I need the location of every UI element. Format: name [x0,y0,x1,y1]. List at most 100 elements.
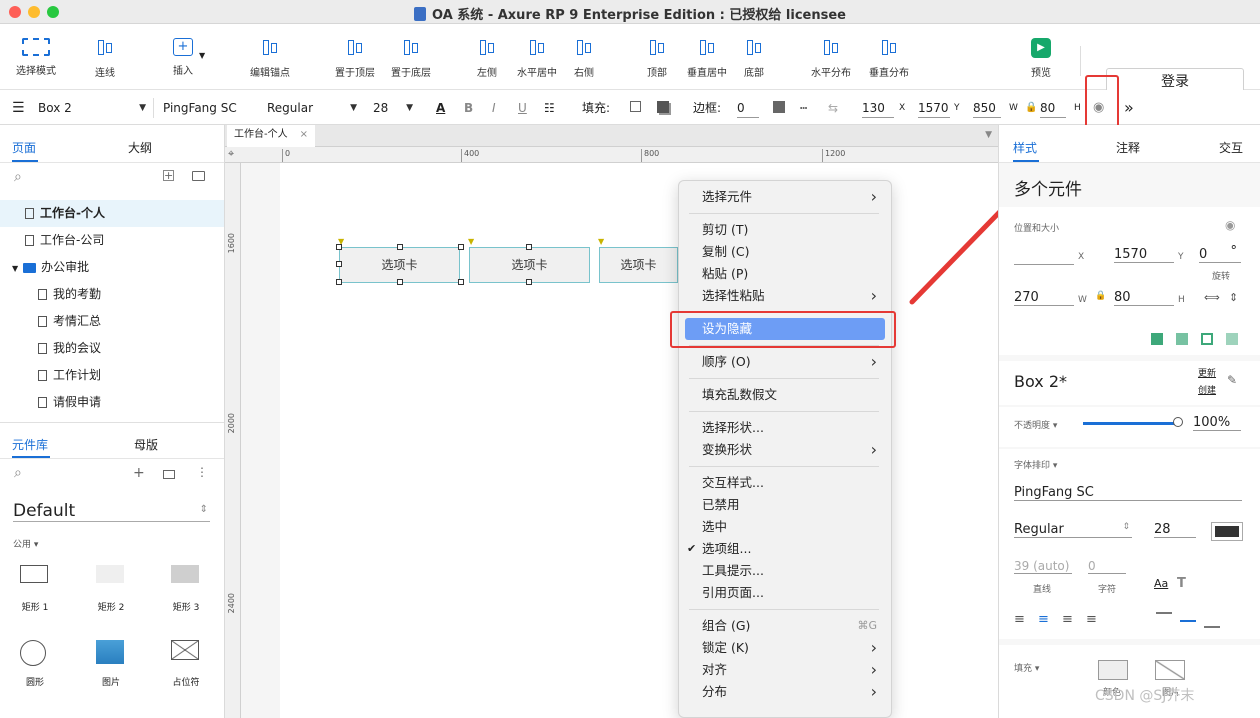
selection-handle[interactable] [397,279,403,285]
add-library-icon[interactable]: + [133,465,145,481]
font-size-field[interactable]: 28 [1154,522,1196,538]
library-select[interactable]: Default ⇕ [13,501,210,522]
height-input[interactable]: 80 [1040,98,1066,118]
tool-edit-anchor-button[interactable]: 编辑锚点 [246,34,294,86]
selection-handle[interactable] [336,261,342,267]
tab-pages[interactable]: 页面 [12,139,36,159]
library-search-icon[interactable]: ⌕ [14,465,22,481]
library-copy-icon[interactable] [163,470,175,479]
tool-align-center-h-button[interactable]: 水平居中 [514,34,560,86]
image-icon[interactable] [96,640,124,664]
placeholder-icon[interactable] [171,640,199,660]
rotation-field[interactable]: 0 ° [1199,244,1241,263]
tool-distribute-h-button[interactable]: 水平分布 [808,34,854,86]
selection-handle[interactable] [397,244,403,250]
lock-ratio-icon[interactable]: 🔒 [1025,98,1037,118]
insert-dropdown-icon[interactable]: ▼ [199,51,205,60]
tab-outline[interactable]: 大纲 [128,139,152,159]
valign-middle-icon[interactable] [1180,620,1196,622]
selection-handle[interactable] [458,279,464,285]
add-folder-icon[interactable] [192,171,205,181]
tool-align-bottom-button[interactable]: 底部 [739,34,769,86]
width-field[interactable]: 270 [1014,290,1074,306]
tab-notes[interactable]: 注释 [1116,139,1140,156]
style-list-icon[interactable]: ☰ [12,98,25,118]
style-select[interactable]: Box 2 ▼ [38,98,146,118]
italic-icon[interactable]: I [492,98,496,118]
lock-icon[interactable]: 🔒 [1095,291,1106,301]
boolean-union-icon[interactable] [1151,333,1163,345]
tab-widget[interactable]: 选项卡 [339,247,460,283]
edit-style-icon[interactable]: ✎ [1227,373,1237,387]
menu-item[interactable]: 粘贴 (P) [679,263,891,285]
tab-style[interactable]: 样式 [1013,139,1037,156]
expand-arrow-icon[interactable]: ▼ [12,264,18,273]
tool-distribute-v-button[interactable]: 垂直分布 [866,34,912,86]
rectangle-icon[interactable] [20,565,48,583]
tab-page-workbench[interactable]: 工作台-个人 × [227,125,315,147]
align-justify-text-icon[interactable]: ≡ [1086,612,1097,627]
menu-item[interactable]: 选择形状... [679,417,891,439]
menu-item[interactable]: ✔ 选项组... [679,538,891,560]
y-input[interactable]: 1570 [918,98,950,118]
menu-item[interactable]: 工具提示... [679,560,891,582]
tool-align-center-v-button[interactable]: 垂直居中 [684,34,730,86]
tool-send-to-back-button[interactable]: 置于底层 [388,34,434,86]
menu-item[interactable]: 引用页面... [679,582,891,604]
height-field[interactable]: 80 [1114,290,1174,306]
boolean-intersect-icon[interactable] [1201,333,1213,345]
rectangle-gray-light-icon[interactable] [96,565,124,583]
page-item[interactable]: 我的考勤 [0,281,224,308]
page-item[interactable]: 工作台-公司 [0,227,224,254]
menu-item[interactable]: 分布 › [679,681,891,703]
rectangle-gray-icon[interactable] [171,565,199,583]
font-color-swatch[interactable] [1211,522,1243,541]
tool-connector-button[interactable]: 连线 [90,34,120,86]
create-style-link[interactable]: 创建 [1198,383,1216,396]
valign-top-icon[interactable] [1156,612,1172,614]
menu-item[interactable]: 顺序 (O) › [679,351,891,373]
font-weight-select[interactable]: Regular ▼ [267,98,357,118]
selection-handle[interactable] [336,279,342,285]
opacity-input[interactable]: 100% [1193,415,1241,431]
page-item[interactable]: 考情汇总 [0,308,224,335]
bold-icon[interactable]: B [464,98,473,118]
font-family-field[interactable]: PingFang SC [1014,485,1242,501]
close-tab-icon[interactable]: × [300,125,308,145]
align-left-text-icon[interactable]: ≡ [1014,612,1025,627]
align-right-text-icon[interactable]: ≡ [1062,612,1073,627]
menu-item[interactable]: 填充乱数假文 [679,384,891,406]
x-field[interactable] [1014,249,1074,265]
tool-insert-button[interactable]: + 插入 [168,34,198,86]
font-weight-field[interactable]: Regular ⇕ [1014,522,1132,538]
font-size-select[interactable]: 28 ▼ [373,98,413,118]
font-family-select[interactable]: PingFang SC [163,98,255,118]
selection-handle[interactable] [336,244,342,250]
list-icon[interactable]: ☷ [544,98,555,118]
menu-item[interactable]: 选中 [679,516,891,538]
border-width-input[interactable]: 0 [737,98,759,118]
tab-widget[interactable]: 选项卡 [599,247,678,283]
menu-item[interactable]: 组合 (G) ⌘G [679,615,891,637]
category-label[interactable]: 公用 ▾ [13,537,38,550]
selection-handle[interactable] [458,244,464,250]
menu-item[interactable]: 对齐 › [679,659,891,681]
opacity-slider[interactable] [1083,422,1178,425]
menu-item[interactable]: 选择元件 › [679,186,891,208]
tool-align-top-button[interactable]: 顶部 [642,34,672,86]
menu-item[interactable]: 交互样式... [679,472,891,494]
tool-bring-to-front-button[interactable]: 置于顶层 [332,34,378,86]
search-icon[interactable]: ⌕ [14,169,22,185]
border-style-icon[interactable]: ┅ [800,98,807,118]
tab-library[interactable]: 元件库 [12,436,48,456]
menu-item[interactable]: 复制 (C) [679,241,891,263]
border-arrow-icon[interactable]: ⇆ [828,98,838,118]
page-item[interactable]: 请假申请 [0,389,224,416]
page-item[interactable]: 工作计划 [0,362,224,389]
tool-preview-button[interactable]: ▶ 预览 [1026,34,1056,86]
char-spacing-field[interactable]: 0 [1088,559,1126,574]
menu-item[interactable]: 变换形状 › [679,439,891,461]
underline-icon[interactable]: U [518,98,527,118]
boolean-exclude-icon[interactable] [1226,333,1238,345]
page-item[interactable]: 我的会议 [0,335,224,362]
